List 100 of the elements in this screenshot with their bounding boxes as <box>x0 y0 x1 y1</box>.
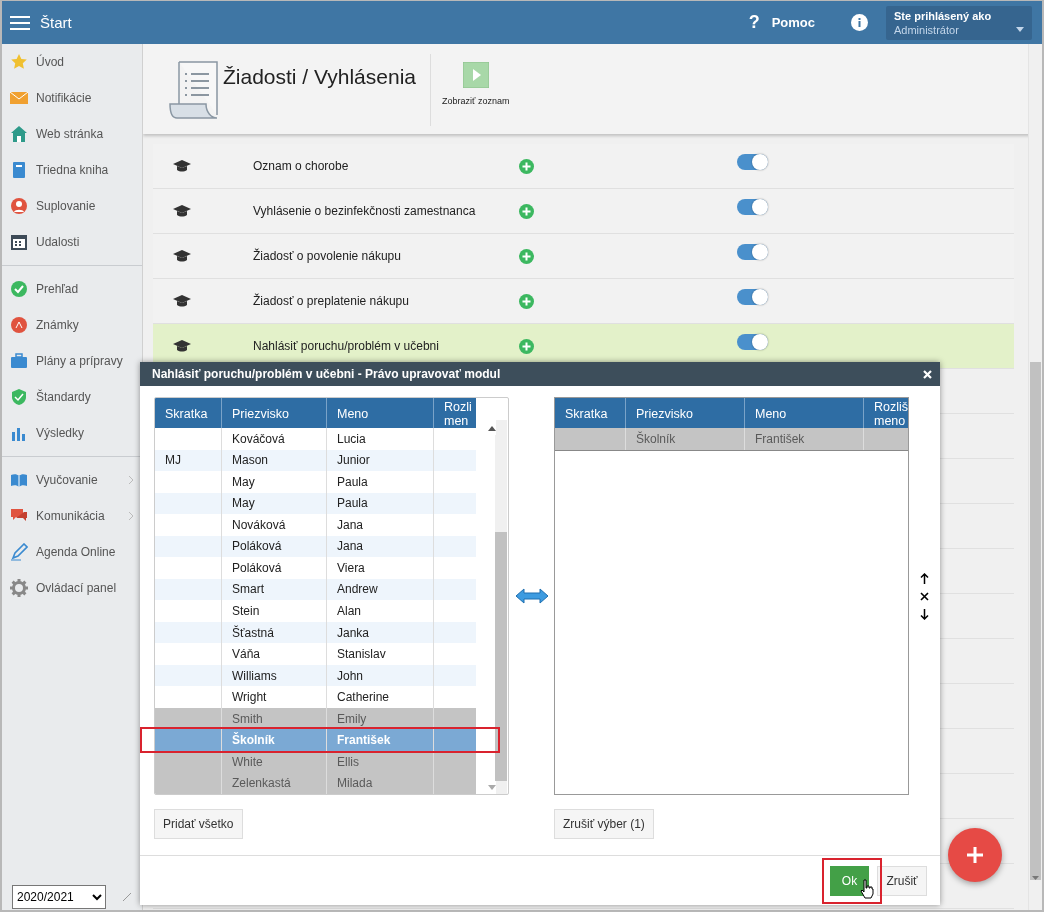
scroll-down-icon[interactable] <box>488 785 496 790</box>
sidebar-item[interactable]: Vyučovanie <box>2 462 142 498</box>
column-header[interactable]: Skratka <box>155 398 221 428</box>
table-cell: Alan <box>326 600 433 622</box>
table-row[interactable]: Šťastná Janka <box>155 621 476 644</box>
toggle-switch[interactable] <box>737 244 768 260</box>
hand-cursor-icon <box>860 879 874 899</box>
sidebar-item[interactable]: Úvod <box>2 44 142 80</box>
show-list-button[interactable]: Zobraziť zoznam <box>437 44 515 106</box>
plus-icon <box>966 846 984 864</box>
shield-icon <box>10 388 28 406</box>
table-row[interactable]: Kováčová Lucia <box>155 428 476 450</box>
scroll-down-icon[interactable] <box>1032 876 1039 880</box>
column-header[interactable]: Priezvisko <box>221 398 326 428</box>
graduation-cap-icon <box>173 204 191 218</box>
info-icon[interactable] <box>851 14 868 31</box>
sidebar-item[interactable]: Známky <box>2 307 142 343</box>
star-icon <box>10 53 28 71</box>
table-row[interactable]: Smith Emily <box>155 707 476 730</box>
table-row[interactable]: MJ Mason Junior <box>155 449 476 472</box>
add-icon[interactable] <box>519 338 534 354</box>
graduation-cap-icon <box>173 339 191 353</box>
table-cell: Stein <box>221 600 326 622</box>
table-row[interactable]: May Paula <box>155 471 476 493</box>
table-cell: Nováková <box>221 514 326 536</box>
add-icon[interactable] <box>519 203 534 219</box>
document-icon <box>169 60 219 120</box>
sidebar-item[interactable]: Triedna kniha <box>2 152 142 188</box>
table-cell: Zelenkastá <box>221 772 326 794</box>
table-row[interactable]: May Paula <box>155 492 476 515</box>
sidebar-item[interactable]: Suplovanie <box>2 188 142 224</box>
column-header[interactable]: Meno <box>326 398 433 428</box>
table-row[interactable]: Poláková Jana <box>155 535 476 558</box>
sidebar-item[interactable]: Agenda Online <box>2 534 142 570</box>
table-cell: Kováčová <box>221 428 326 450</box>
scrollbar[interactable] <box>1028 44 1042 910</box>
sidebar-item[interactable]: Štandardy <box>2 379 142 415</box>
table-row[interactable]: Nováková Jana <box>155 514 476 536</box>
open-book-icon <box>10 471 28 489</box>
table-cell: Poláková <box>221 535 326 558</box>
table-row[interactable]: Williams John <box>155 664 476 687</box>
menu-button[interactable]: Štart <box>10 14 72 31</box>
school-year-select[interactable]: 2020/2021 <box>12 885 106 909</box>
table-row[interactable]: Školník František <box>555 428 908 451</box>
sidebar-item[interactable]: Notifikácie <box>2 80 142 116</box>
table-cell: Milada <box>326 772 433 794</box>
menu-icon <box>10 14 30 31</box>
sidebar-item[interactable]: Udalosti <box>2 224 142 260</box>
table-cell: Williams <box>221 664 326 687</box>
toggle-switch[interactable] <box>737 199 768 215</box>
add-icon[interactable] <box>519 158 534 174</box>
form-name: Žiadosť o povolenie nákupu <box>253 249 402 263</box>
person-icon <box>10 197 28 215</box>
table-cell: Váňa <box>221 643 326 665</box>
graduation-cap-icon <box>173 249 191 263</box>
sidebar-item[interactable]: Ovládací panel <box>2 570 142 606</box>
caret-icon <box>1016 26 1024 32</box>
sidebar-item[interactable]: Komunikácia <box>2 498 142 534</box>
user-menu[interactable]: Ste prihlásený ako Administrátor <box>886 5 1032 40</box>
toggle-switch[interactable] <box>737 154 768 170</box>
table-cell: Jana <box>326 514 433 536</box>
add-all-button[interactable]: Pridať všetko <box>154 809 243 839</box>
toggle-switch[interactable] <box>737 334 768 350</box>
sidebar-item[interactable]: Web stránka <box>2 116 142 152</box>
clear-selection-button[interactable]: Zrušiť výber (1) <box>554 809 654 839</box>
close-icon[interactable] <box>923 369 932 379</box>
table-row[interactable]: Wright Catherine <box>155 686 476 708</box>
column-header[interactable]: Rozli men <box>433 398 476 428</box>
arrow-down-icon[interactable] <box>919 608 929 620</box>
sidebar-item[interactable]: Prehľad <box>2 271 142 307</box>
arrow-up-icon[interactable] <box>919 572 929 584</box>
add-icon[interactable] <box>519 248 534 264</box>
cancel-button[interactable]: Zrušiť <box>877 865 927 896</box>
play-icon <box>462 62 489 88</box>
table-row[interactable]: Smart Andrew <box>155 578 476 601</box>
scroll-up-icon[interactable] <box>488 426 496 431</box>
form-name: Vyhlásenie o bezinfekčnosti zamestnanca <box>253 204 477 218</box>
toggle-switch[interactable] <box>737 289 768 305</box>
table-row[interactable]: Stein Alan <box>155 600 476 622</box>
column-header[interactable]: Skratka <box>555 398 625 428</box>
help-button[interactable]: ? Pomoc <box>748 12 815 33</box>
remove-icon[interactable] <box>919 591 929 601</box>
sidebar-item[interactable]: Plány a prípravy <box>2 343 142 379</box>
graduation-cap-icon <box>173 159 191 173</box>
table-cell: White <box>221 750 326 773</box>
swap-arrows-icon[interactable] <box>514 588 549 604</box>
table-row[interactable]: Poláková Viera <box>155 557 476 579</box>
add-icon[interactable] <box>519 293 534 309</box>
table-row[interactable]: Zelenkastá Milada <box>155 772 476 794</box>
form-name: Žiadosť o preplatenie nákupu <box>253 294 410 308</box>
page-title: Žiadosti / Vyhlásenia <box>223 65 416 89</box>
sidebar-item[interactable]: Výsledky <box>2 415 142 451</box>
table-cell: Junior <box>326 449 433 472</box>
table-row[interactable]: Váňa Stanislav <box>155 643 476 665</box>
table-cell: Janka <box>326 621 433 644</box>
table-cell: František <box>744 428 863 450</box>
form-name: Oznam o chorobe <box>253 159 350 173</box>
highlight-frame <box>822 858 882 904</box>
dialog-title: Nahlásiť poruchu/problém v učebni - Právo upravovať modul <box>152 367 501 381</box>
table-cell: Catherine <box>326 686 433 708</box>
